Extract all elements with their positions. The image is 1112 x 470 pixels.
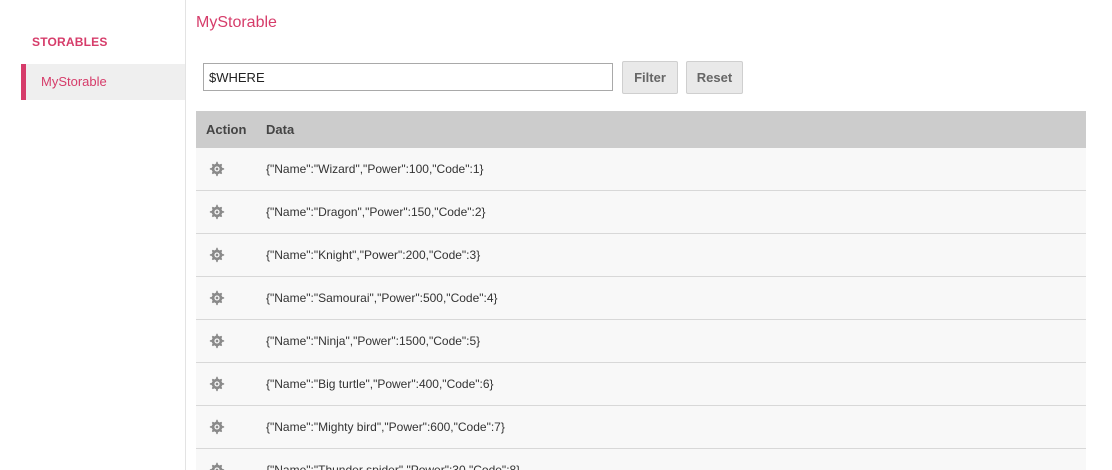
column-header-data: Data bbox=[266, 122, 295, 137]
table-header: Action Data bbox=[196, 111, 1086, 148]
row-data-cell: {"Name":"Samourai","Power":500,"Code":4} bbox=[266, 291, 498, 305]
row-data-cell: {"Name":"Mighty bird","Power":600,"Code"… bbox=[266, 420, 505, 434]
row-data-cell: {"Name":"Thunder spider","Power":30,"Cod… bbox=[266, 463, 521, 470]
reset-button[interactable]: Reset bbox=[686, 61, 743, 94]
gear-icon[interactable] bbox=[209, 247, 225, 263]
gear-icon[interactable] bbox=[209, 376, 225, 392]
gear-icon[interactable] bbox=[209, 333, 225, 349]
sidebar: STORABLES MyStorable bbox=[0, 0, 186, 470]
table-row: {"Name":"Big turtle","Power":400,"Code":… bbox=[196, 363, 1086, 406]
gear-icon[interactable] bbox=[209, 462, 225, 470]
row-data-cell: {"Name":"Wizard","Power":100,"Code":1} bbox=[266, 162, 484, 176]
gear-icon[interactable] bbox=[209, 290, 225, 306]
gear-icon[interactable] bbox=[209, 204, 225, 220]
row-data-cell: {"Name":"Ninja","Power":1500,"Code":5} bbox=[266, 334, 481, 348]
filter-input[interactable] bbox=[203, 63, 613, 91]
app-layout: STORABLES MyStorable MyStorable Filter R… bbox=[0, 0, 1112, 470]
main-content: MyStorable Filter Reset Action Data {"Na… bbox=[196, 0, 1086, 470]
column-header-action: Action bbox=[206, 122, 247, 137]
table-row: {"Name":"Wizard","Power":100,"Code":1} bbox=[196, 148, 1086, 191]
table-body: {"Name":"Wizard","Power":100,"Code":1} {"… bbox=[196, 148, 1086, 470]
table-row: {"Name":"Samourai","Power":500,"Code":4} bbox=[196, 277, 1086, 320]
gear-icon[interactable] bbox=[209, 419, 225, 435]
table-row: {"Name":"Thunder spider","Power":30,"Cod… bbox=[196, 449, 1086, 470]
row-data-cell: {"Name":"Dragon","Power":150,"Code":2} bbox=[266, 205, 486, 219]
table-row: {"Name":"Dragon","Power":150,"Code":2} bbox=[196, 191, 1086, 234]
sidebar-item-mystorable[interactable]: MyStorable bbox=[21, 64, 185, 100]
gear-icon[interactable] bbox=[209, 161, 225, 177]
row-data-cell: {"Name":"Knight","Power":200,"Code":3} bbox=[266, 248, 481, 262]
row-data-cell: {"Name":"Big turtle","Power":400,"Code":… bbox=[266, 377, 494, 391]
sidebar-item-label: MyStorable bbox=[41, 74, 107, 89]
data-table: Action Data {"Name":"Wizard","Power":100… bbox=[196, 111, 1086, 470]
sidebar-heading: STORABLES bbox=[32, 35, 108, 49]
page-title: MyStorable bbox=[196, 14, 277, 31]
filter-button[interactable]: Filter bbox=[622, 61, 678, 94]
table-row: {"Name":"Mighty bird","Power":600,"Code"… bbox=[196, 406, 1086, 449]
table-row: {"Name":"Knight","Power":200,"Code":3} bbox=[196, 234, 1086, 277]
table-row: {"Name":"Ninja","Power":1500,"Code":5} bbox=[196, 320, 1086, 363]
